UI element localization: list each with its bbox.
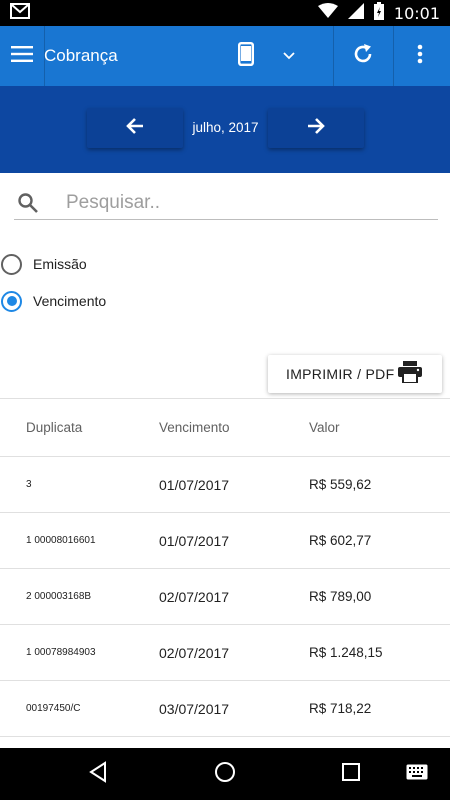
column-header-valor[interactable]: Valor [309,399,340,456]
current-month-label: julho, 2017 [192,120,259,135]
column-header-duplicata[interactable]: Duplicata [26,399,82,456]
cell-valor: R$ 1.248,15 [309,645,383,660]
more-vert-icon [417,44,423,69]
home-icon [214,761,236,788]
radio-option-emissao[interactable]: Emissão [0,250,87,278]
menu-button[interactable] [0,26,44,86]
signal-icon [347,2,364,24]
cell-valor: R$ 602,77 [309,533,372,548]
previous-month-button[interactable] [87,108,183,148]
back-icon [88,760,108,788]
table-header: Duplicata Vencimento Valor [0,399,450,457]
cell-duplicata: 00197450/C [26,703,81,714]
recents-icon [342,762,360,786]
radio-button-selected[interactable] [1,290,22,312]
app-bar: Cobrança [0,26,450,86]
keyboard-icon [406,764,428,785]
print-icon [398,360,423,388]
search-input[interactable] [66,191,406,214]
date-navigation: julho, 2017 [0,86,450,173]
device-button[interactable] [228,38,264,74]
divider [393,26,394,86]
home-button[interactable] [213,761,237,788]
cell-duplicata: 1 00008016601 [26,535,96,546]
table-row[interactable]: 3 01/07/2017 R$ 559,62 [0,457,450,513]
gmail-icon [10,2,30,24]
print-button-label: IMPRIMIR / PDF [286,366,395,382]
dropdown-arrow-icon [283,47,295,65]
next-month-button[interactable] [268,108,364,148]
cell-vencimento: 03/07/2017 [159,700,230,717]
column-header-vencimento[interactable]: Vencimento [159,399,230,456]
more-options-button[interactable] [402,38,438,74]
clock: 10:01 [393,3,440,23]
status-bar: 10:01 [0,0,450,26]
cell-valor: R$ 718,22 [309,701,372,716]
back-button[interactable] [86,760,110,788]
radio-button[interactable] [1,253,22,275]
cell-valor: R$ 789,00 [309,589,372,604]
device-dropdown[interactable] [276,40,302,72]
refresh-button[interactable] [343,38,383,74]
arrow-right-icon [307,117,325,140]
wifi-icon [317,2,338,24]
table-row[interactable]: 1 00008016601 01/07/2017 R$ 602,77 [0,513,450,569]
keyboard-button[interactable] [405,762,429,786]
radio-label: Vencimento [33,293,107,309]
divider [333,26,334,86]
print-pdf-button[interactable]: IMPRIMIR / PDF [268,355,442,393]
system-nav-bar [0,748,450,800]
battery-charging-icon [373,1,384,25]
radio-option-vencimento[interactable]: Vencimento [0,287,106,315]
recents-button[interactable] [339,762,363,786]
table-row[interactable]: 00197450/C 03/07/2017 R$ 718,22 [0,681,450,737]
search-icon [16,191,40,215]
cell-vencimento: 02/07/2017 [159,588,230,605]
cell-duplicata: 3 [26,479,32,490]
page-title: Cobrança [44,46,118,65]
cell-vencimento: 02/07/2017 [159,644,230,661]
cell-vencimento: 01/07/2017 [159,532,230,549]
arrow-left-icon [126,117,144,140]
cell-duplicata: 2 000003168B [26,591,92,602]
divider [44,26,45,86]
refresh-icon [352,43,374,70]
menu-icon [11,45,33,67]
duplicatas-table: Duplicata Vencimento Valor 3 01/07/2017 … [0,398,450,748]
phone-icon [238,41,255,71]
cell-valor: R$ 559,62 [309,477,372,492]
table-row[interactable]: 1 00078984903 02/07/2017 R$ 1.248,15 [0,625,450,681]
radio-label: Emissão [33,256,87,272]
cell-duplicata: 1 00078984903 [26,647,96,658]
search-bar [14,186,438,220]
table-row[interactable]: 2 000003168B 02/07/2017 R$ 789,00 [0,569,450,625]
cell-vencimento: 01/07/2017 [159,476,230,493]
